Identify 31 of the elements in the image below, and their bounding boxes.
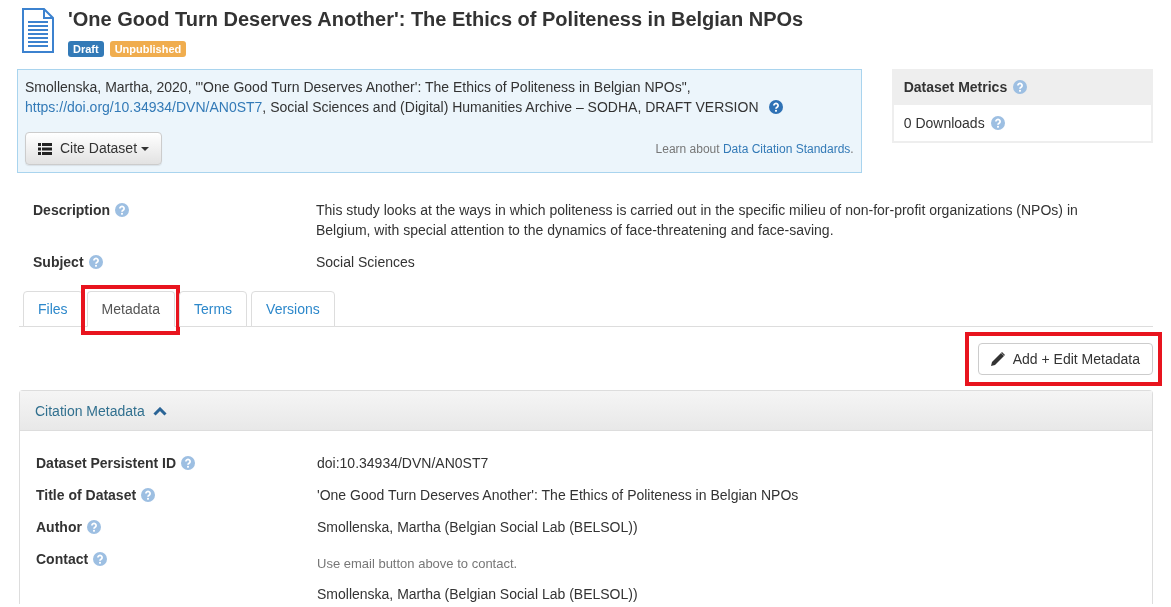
field-value: doi:10.34934/DVN/AN0ST7 (317, 454, 490, 473)
pencil-icon (990, 352, 1005, 366)
tab[interactable]: Files (23, 291, 83, 327)
tab[interactable]: Terms (178, 291, 248, 327)
citation-text: Smollenska, Martha, 2020, "'One Good Turn Deserves Another': The Ethics of Politeness in Belgian NPOs", https://doi.org/10.34934/DVN/AN0ST7, Social Sciences and (Digital) Humanities Archive – SODHA, DRAFT VERSION (25, 79, 759, 115)
status-badge: Unpublished (109, 41, 187, 57)
field-label: Author (36, 518, 82, 537)
doi-link[interactable]: https://doi.org/10.34934/DVN/AN0ST7 (25, 99, 263, 115)
field-label: Subject (33, 253, 84, 272)
metrics-title: Dataset Metrics (903, 78, 1008, 97)
help-icon[interactable] (768, 100, 783, 114)
field-value: This study looks at the ways in which politeness is carried out in the specific milieu of non-for-profit organizations (NPOs) in Belgium, with special attention to the dynamics of face-threatening and face-saving. (316, 202, 1078, 238)
field-value: Smollenska, Martha (Belgian Social Lab (BELSOL)) (317, 585, 639, 604)
downloads-count: 0 Downloads (903, 114, 985, 133)
tab[interactable]: Versions (251, 291, 335, 327)
list-icon (38, 142, 52, 155)
dataset-title: 'One Good Turn Deserves Another': The Ethics of Politeness in Belgian NPOs (68, 8, 804, 30)
cite-dataset-button[interactable]: Cite Dataset (25, 132, 163, 165)
status-badge: Draft (68, 41, 104, 57)
field-label: Description (33, 201, 110, 220)
field-value: 'One Good Turn Deserves Another': The Ethics of Politeness in Belgian NPOs (317, 486, 800, 505)
document-icon (22, 8, 54, 53)
field-value: Smollenska, Martha (Belgian Social Lab (BELSOL)) (317, 518, 639, 537)
field-value: Social Sciences (316, 254, 415, 270)
field-label: Contact (36, 550, 89, 569)
caret-icon (141, 146, 150, 151)
field-label: Dataset Persistent ID (36, 454, 177, 473)
citation-standards-note: Learn about Data Citation Standards. (655, 140, 854, 158)
field-label: Title of Dataset (36, 486, 137, 505)
section-toggle[interactable]: Citation Metadata (35, 401, 167, 421)
contact-note: Use email button above to contact. (317, 555, 519, 573)
